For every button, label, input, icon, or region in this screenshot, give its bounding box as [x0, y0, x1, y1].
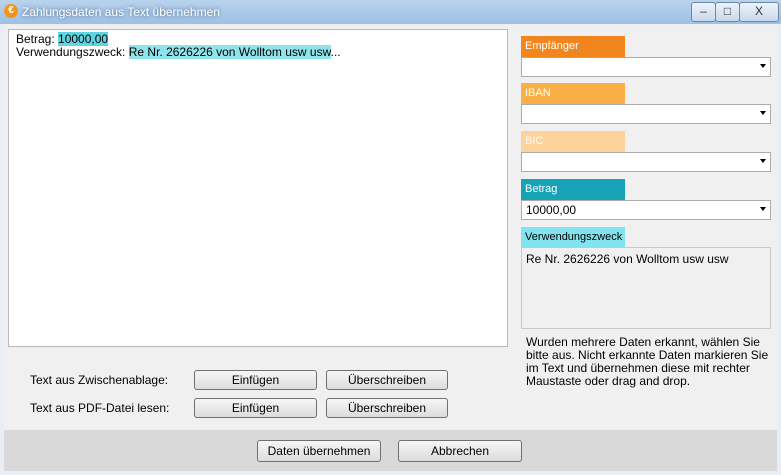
verwendungszweck-memo[interactable]: Re Nr. 2626226 von Wolltom usw usw [521, 247, 771, 329]
pdf-overwrite-button[interactable]: Überschreiben [326, 398, 448, 418]
source-text-area[interactable]: Betrag: 10000,00 Verwendungszweck: Re Nr… [8, 29, 508, 347]
chevron-down-icon[interactable] [760, 207, 766, 211]
clipboard-insert-button[interactable]: Einfügen [194, 370, 317, 390]
dialog-client-area: Betrag: 10000,00 Verwendungszweck: Re Nr… [4, 25, 777, 471]
text-line-purpose: Verwendungszweck: Re Nr. 2626226 von Wol… [16, 45, 500, 59]
empfaenger-label: Empfänger [521, 36, 625, 57]
empfaenger-combo[interactable] [521, 57, 771, 77]
maximize-button[interactable]: □ [715, 2, 740, 22]
window-title: Zahlungsdaten aus Text übernehmen [22, 5, 220, 19]
verwendungszweck-label: Verwendungszweck [521, 227, 625, 248]
purpose-label: Verwendungszweck: [16, 45, 129, 59]
footer-bar: Daten übernehmen Abbrechen [4, 430, 777, 471]
pdf-label: Text aus PDF-Datei lesen: [30, 401, 170, 415]
chevron-down-icon[interactable] [760, 159, 766, 163]
pdf-insert-button[interactable]: Einfügen [194, 398, 317, 418]
chevron-down-icon[interactable] [760, 64, 766, 68]
cancel-button[interactable]: Abbrechen [398, 440, 522, 462]
close-button[interactable]: X [739, 2, 779, 22]
bic-combo[interactable] [521, 152, 771, 172]
accept-button[interactable]: Daten übernehmen [257, 440, 381, 462]
hint-text: Wurden mehrere Daten erkannt, wählen Sie… [526, 335, 769, 388]
title-bar[interactable]: € Zahlungsdaten aus Text übernehmen – □ … [0, 0, 781, 24]
purpose-suffix: ... [330, 45, 341, 59]
betrag-combo[interactable]: 10000,00 [521, 200, 771, 220]
iban-combo[interactable] [521, 104, 771, 124]
betrag-value: 10000,00 [526, 203, 577, 217]
purpose-highlight: Re Nr. 2626226 von Wolltom usw usw [128, 45, 331, 59]
bic-label: BIC [521, 131, 625, 152]
amount-highlight: 10000,00 [58, 32, 109, 46]
app-logo-icon: € [4, 4, 18, 18]
iban-label: IBAN [521, 83, 625, 104]
dialog-window: € Zahlungsdaten aus Text übernehmen – □ … [0, 0, 781, 475]
clipboard-label: Text aus Zwischenablage: [30, 373, 169, 387]
clipboard-overwrite-button[interactable]: Überschreiben [326, 370, 448, 390]
minimize-button[interactable]: – [691, 2, 716, 22]
betrag-label: Betrag [521, 179, 625, 200]
amount-label: Betrag: [16, 32, 59, 46]
chevron-down-icon[interactable] [760, 111, 766, 115]
